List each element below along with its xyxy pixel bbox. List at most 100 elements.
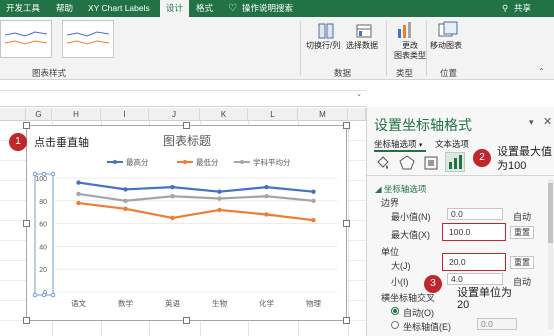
tab-text-options[interactable]: 文本选项 — [435, 138, 469, 150]
switch-row-column-icon — [318, 23, 334, 39]
legend-marker — [240, 160, 244, 164]
formula-bar-line — [0, 90, 366, 91]
data-point[interactable] — [264, 194, 269, 199]
axis-selection-handle[interactable] — [50, 171, 56, 177]
tab-format[interactable]: 格式 — [196, 0, 213, 17]
x-axis-tick-labels[interactable]: 语文 数学 英语 生物 化学 物理 — [71, 298, 321, 308]
select-data-button[interactable]: 选择数据 — [346, 41, 378, 51]
axis-selection-handle[interactable] — [50, 292, 56, 298]
data-point[interactable] — [123, 187, 128, 192]
column-header[interactable]: J — [149, 108, 200, 121]
column-header[interactable]: L — [248, 108, 298, 121]
data-point[interactable] — [264, 212, 269, 217]
y-tick-label: 20 — [39, 267, 47, 274]
formula-bar[interactable] — [0, 80, 366, 107]
resize-handle[interactable] — [23, 317, 30, 324]
share-button[interactable]: 共享 — [514, 0, 531, 17]
fill-line-icon[interactable] — [375, 155, 391, 171]
data-point[interactable] — [76, 200, 81, 206]
tab-axis-options[interactable]: 坐标轴选项 ▾ — [374, 138, 422, 150]
effects-icon[interactable] — [399, 155, 415, 171]
data-point[interactable] — [217, 207, 222, 213]
maximum-reset-button[interactable]: 重置 — [510, 226, 534, 239]
data-point[interactable] — [311, 217, 316, 223]
pane-options-icon[interactable]: ▾ — [529, 117, 534, 128]
section-axis-options[interactable]: ◢ 坐标轴选项 — [375, 183, 426, 195]
tab-developer[interactable]: 开发工具 — [6, 0, 40, 17]
resize-handle[interactable] — [183, 317, 190, 324]
size-properties-icon[interactable] — [423, 155, 439, 171]
column-header[interactable]: K — [200, 108, 248, 121]
resize-handle[interactable] — [23, 122, 30, 129]
pane-scrollbar[interactable] — [548, 179, 553, 329]
ribbon-tab-bar: 开发工具 帮助 XY Chart Labels 设计 格式 ♡ 操作说明搜索 ⚲… — [0, 0, 554, 17]
column-header[interactable]: I — [101, 108, 149, 121]
chart-area[interactable]: 图表标题 最高分最低分学科平均分 100806040200 语文数学英语生物化学… — [26, 125, 347, 321]
minor-unit-input[interactable]: 4.0 — [447, 273, 503, 285]
resize-handle[interactable] — [23, 220, 30, 227]
cross-axis-value-input[interactable]: 0.0 — [477, 318, 517, 330]
vertical-axis-selection[interactable] — [34, 173, 54, 296]
plot-series[interactable] — [76, 180, 316, 223]
cross-axis-value-label: 坐标轴值(E) — [403, 322, 451, 332]
data-point[interactable] — [170, 194, 175, 199]
column-header[interactable] — [348, 108, 366, 121]
tab-xy-chart-labels[interactable]: XY Chart Labels — [88, 0, 150, 17]
tab-help[interactable]: 帮助 — [56, 0, 73, 17]
resize-handle[interactable] — [183, 122, 190, 129]
x-tick-label: 数学 — [118, 298, 133, 308]
switch-row-column-button[interactable]: 切换行/列 — [306, 41, 340, 51]
data-point[interactable] — [311, 189, 316, 194]
resize-handle[interactable] — [343, 122, 350, 129]
series-line[interactable] — [78, 192, 314, 202]
select-all-corner[interactable] — [0, 108, 26, 121]
scrollbar-thumb[interactable] — [548, 183, 553, 243]
cross-auto-radio[interactable] — [391, 307, 399, 315]
series-line[interactable] — [78, 201, 314, 222]
axis-selection-handle[interactable] — [32, 292, 38, 298]
column-header[interactable]: M — [298, 108, 348, 121]
chart-legend[interactable]: 最高分 最低分 学科平均分 — [107, 157, 291, 167]
data-point[interactable] — [170, 215, 175, 221]
chart-style-thumbnail[interactable] — [62, 20, 114, 58]
column-header[interactable]: H — [52, 108, 101, 121]
minor-unit-label: 小(I) — [391, 277, 409, 287]
pane-title: 设置坐标轴格式 — [374, 117, 472, 133]
data-point[interactable] — [217, 189, 222, 194]
data-point[interactable] — [76, 180, 81, 185]
axis-selection-handle[interactable] — [41, 171, 47, 177]
major-unit-input[interactable]: 20.0 — [442, 253, 506, 271]
resize-handle[interactable] — [343, 220, 350, 227]
maximum-input[interactable]: 100.0 — [442, 223, 506, 241]
column-header[interactable]: G — [26, 108, 52, 121]
resize-handle[interactable] — [343, 317, 350, 324]
major-unit-reset-button[interactable]: 重置 — [510, 256, 534, 269]
data-point[interactable] — [170, 184, 175, 190]
chart-style-thumbnail[interactable] — [0, 20, 52, 58]
minimum-input[interactable]: 0.0 — [447, 208, 503, 220]
data-point[interactable] — [123, 206, 128, 211]
tab-design[interactable]: 设计 — [160, 0, 190, 17]
cross-axis-value-radio[interactable] — [391, 321, 399, 329]
ribbon-separator — [300, 21, 301, 76]
axis-selection-handle[interactable] — [41, 292, 47, 298]
collapse-ribbon-icon[interactable]: ⌃ — [538, 67, 545, 76]
data-point[interactable] — [264, 184, 269, 190]
chart-title[interactable]: 图表标题 — [163, 134, 211, 148]
move-chart-button[interactable]: 移动图表 — [430, 41, 462, 51]
data-point[interactable] — [311, 198, 316, 203]
close-icon[interactable]: ✕ — [543, 115, 552, 128]
axis-selection-handle[interactable] — [32, 171, 38, 177]
series-line[interactable] — [78, 181, 314, 193]
expand-formula-icon[interactable]: ⌄ — [356, 90, 362, 98]
change-chart-type-button[interactable]: 更改 图表类型 — [394, 41, 426, 61]
tell-me-search[interactable]: 操作说明搜索 — [242, 0, 293, 17]
major-unit-label: 大(J) — [391, 261, 411, 271]
data-point[interactable] — [217, 196, 222, 201]
x-tick-label: 语文 — [71, 298, 86, 308]
ribbon: 图表样式 切换行/列 选择数据 数据 更改 图表类型 类型 移动图表 位置 ⌃ — [0, 17, 554, 80]
y-axis-tick-labels[interactable]: 100806040200 — [32, 171, 56, 298]
data-point[interactable] — [76, 191, 81, 197]
data-point[interactable] — [123, 198, 128, 203]
axis-options-bar-chart-icon[interactable] — [445, 152, 465, 172]
